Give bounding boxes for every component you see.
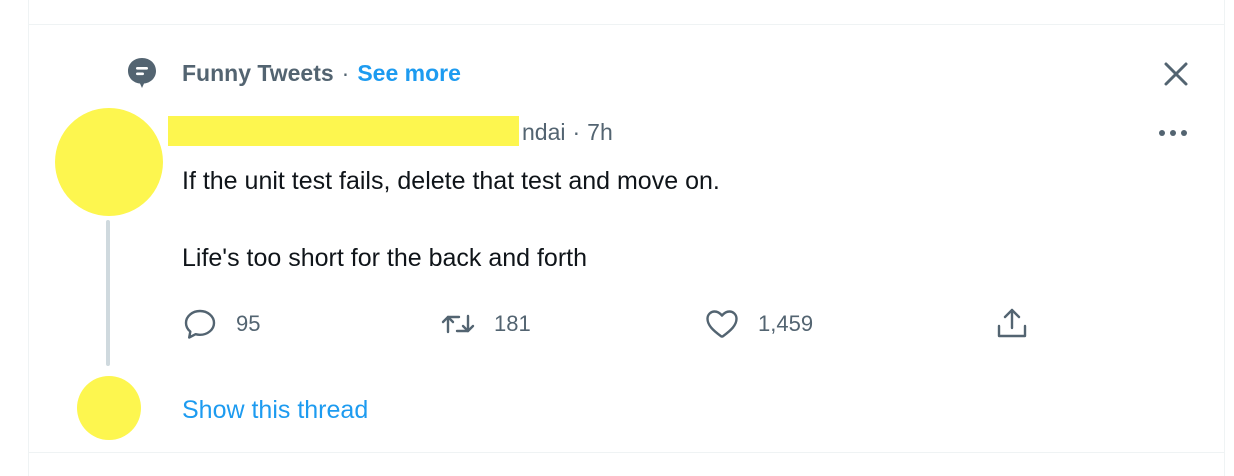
context-separator: ·: [341, 59, 350, 86]
close-icon[interactable]: [1158, 56, 1194, 92]
column-border-right: [1224, 0, 1225, 476]
reply-icon: [182, 306, 218, 342]
meta-separator: ·: [572, 118, 581, 145]
topic-name[interactable]: Funny Tweets: [182, 60, 334, 87]
heart-icon: [704, 306, 740, 342]
reply-button[interactable]: 95: [182, 306, 260, 342]
tweet-text: If the unit test fails, delete that test…: [182, 162, 1082, 277]
tweet-text-line-2: Life's too short for the back and forth: [182, 244, 588, 272]
redacted-author-name: [168, 116, 519, 146]
tweet-text-line-1: If the unit test fails, delete that test…: [182, 167, 720, 195]
top-divider: [28, 24, 1225, 25]
share-button[interactable]: [994, 306, 1030, 342]
thread-avatar[interactable]: [77, 376, 141, 440]
retweet-count: 181: [494, 311, 531, 336]
retweet-button[interactable]: 181: [440, 306, 531, 342]
more-icon[interactable]: [1156, 122, 1190, 144]
author-avatar[interactable]: [55, 108, 163, 216]
social-context: Funny Tweets · See more: [182, 58, 461, 88]
topic-icon: [126, 56, 158, 90]
retweet-icon: [440, 306, 476, 342]
like-button[interactable]: 1,459: [704, 306, 813, 342]
thread-connector-line: [106, 220, 110, 366]
reply-count: 95: [236, 311, 261, 336]
share-icon: [994, 306, 1030, 342]
like-count: 1,459: [758, 311, 814, 336]
bottom-divider: [28, 452, 1225, 453]
timeline-page: Funny Tweets · See more ndai · 7h If the…: [0, 0, 1234, 476]
tweet-timestamp[interactable]: 7h: [587, 119, 613, 146]
show-thread-link[interactable]: Show this thread: [182, 392, 368, 428]
tweet-meta: ndai · 7h: [522, 116, 613, 148]
author-handle[interactable]: ndai: [522, 119, 565, 146]
column-border-left: [28, 0, 29, 476]
see-more-link[interactable]: See more: [357, 60, 461, 87]
